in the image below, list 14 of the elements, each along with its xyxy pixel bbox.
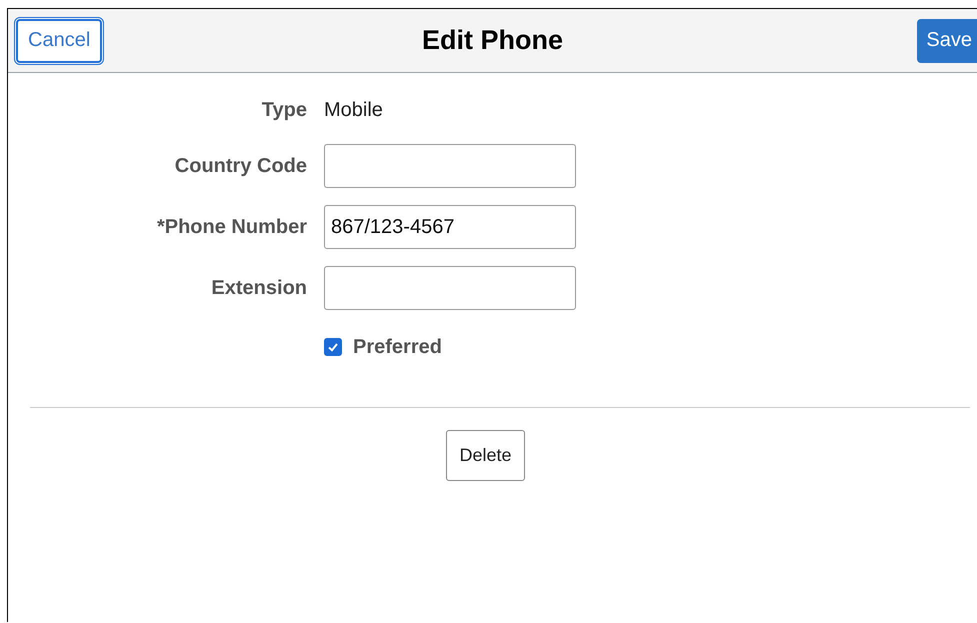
- field-label: Type: [260, 98, 308, 122]
- input-field[interactable]: [324, 266, 576, 310]
- cancel-button[interactable]: Cancel: [16, 18, 102, 62]
- checkbox-icon[interactable]: [324, 338, 342, 356]
- delete-button[interactable]: Delete: [446, 430, 525, 481]
- preferred-checkbox[interactable]: Preferred: [324, 336, 442, 358]
- input-field[interactable]: [324, 144, 576, 188]
- field-label: Country Code: [174, 154, 308, 178]
- field-label: *Phone Number: [156, 216, 308, 238]
- input-field[interactable]: 867/123-4567: [324, 205, 576, 249]
- page-title: Edit Phone: [422, 25, 563, 56]
- field-value: Mobile: [324, 98, 383, 122]
- field-label: Extension: [210, 276, 308, 300]
- save-button[interactable]: Save: [917, 18, 977, 62]
